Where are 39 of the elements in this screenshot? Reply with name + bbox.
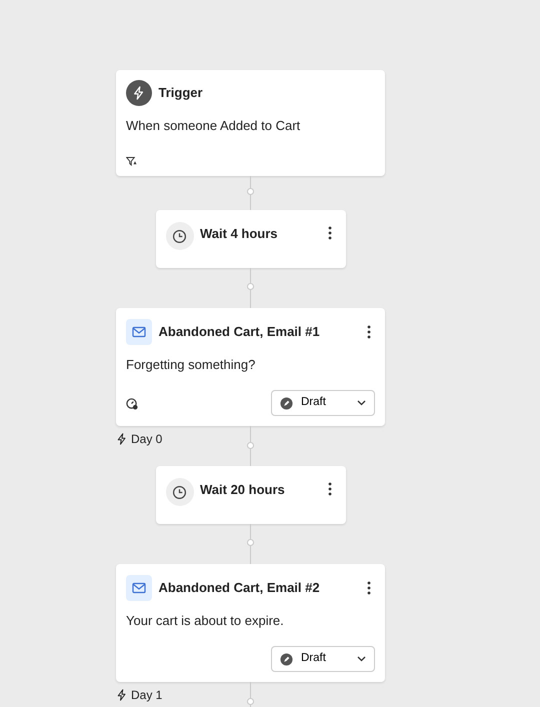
wait-card[interactable]: Wait 20 hours [156,466,346,524]
trigger-description: When someone Added to Cart [126,117,302,135]
clock-icon [166,478,194,506]
kebab-icon [328,482,332,496]
connector-dot [247,283,254,290]
lightning-icon [116,433,128,445]
kebab-icon [367,325,371,340]
status-dropdown[interactable]: Draft [271,390,375,416]
gauge-icon [126,398,138,410]
caret-icon [357,400,366,406]
email-subject: Your cart is about to expire. [126,612,285,630]
status-dropdown[interactable]: Draft [271,646,375,672]
wait-title: Wait 4 hours [200,225,279,243]
kebab-icon [328,226,332,240]
envelope-icon [126,575,152,601]
caret-icon [357,656,366,662]
kebab-icon [367,581,371,596]
filter-icon [126,156,138,168]
connector-dot [247,188,254,195]
email-title: Abandoned Cart, Email #1 [158,323,321,342]
connector-dot [247,442,254,449]
envelope-icon [126,319,152,345]
day-label: Day 1 [131,687,162,704]
lightning-icon [126,80,152,106]
trigger-title: Trigger [158,84,203,102]
pencil-icon [280,396,293,410]
email-title: Abandoned Cart, Email #2 [158,579,321,598]
connector-dot [247,698,254,705]
trigger-card[interactable]: Trigger When someone Added to Cart [116,70,385,176]
day-label: Day 0 [131,431,162,448]
email-card[interactable]: Abandoned Cart, Email #1 Forgetting something? Draft [116,308,385,426]
clock-icon [166,222,194,250]
email-card[interactable]: Abandoned Cart, Email #2 Your cart is about to expire. Draft [116,564,385,682]
email-subject: Forgetting something? [126,356,256,374]
connector-dot [247,539,254,546]
wait-title: Wait 20 hours [200,481,286,499]
lightning-icon [116,689,128,701]
pencil-icon [280,652,293,666]
wait-card[interactable]: Wait 4 hours [156,210,346,268]
